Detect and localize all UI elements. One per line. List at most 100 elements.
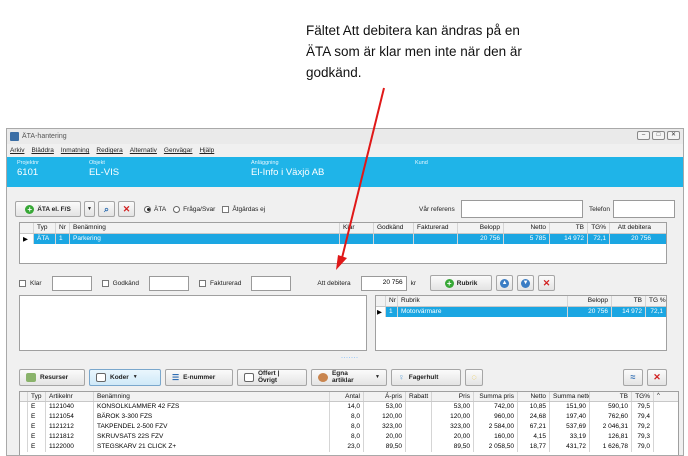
article-grid: Typ Artikelnr Benämning Antal Á-pris Rab… <box>19 391 679 455</box>
godkand-checkbox[interactable] <box>101 279 109 287</box>
col-fakturerad: Fakturerad <box>414 223 458 233</box>
project-header: Projektnr 6101 Objekt EL-VIS Anläggning … <box>7 157 683 187</box>
row-pointer-icon: ▶ <box>376 307 386 317</box>
move-down-button[interactable]: ▼ <box>517 275 535 291</box>
cell-nr: 1 <box>386 307 398 317</box>
minimize-icon[interactable]: – <box>637 131 650 140</box>
atgardas-ej-checkbox[interactable] <box>222 205 230 213</box>
cell-benamning: STEGSKARV 21 CLICK Z+ <box>94 442 330 452</box>
radio-fraga-label: Fråga/Svar <box>183 205 216 213</box>
cell-netto: 4,15 <box>518 432 550 442</box>
delete-rubrik-button[interactable]: ✕ <box>538 275 556 291</box>
table-row[interactable]: ▶ ÄTA 1 Parkering 20 756 5 785 14 972 72… <box>20 234 666 244</box>
menu-inmatning[interactable]: Inmatning <box>61 147 90 154</box>
recalc-button[interactable]: ≈ <box>623 368 643 386</box>
close-icon[interactable]: ✕ <box>667 131 680 140</box>
list-icon: ☰ <box>172 372 180 382</box>
menu-alternativ[interactable]: Alternativ <box>130 147 157 154</box>
move-up-button[interactable]: ▲ <box>496 275 514 291</box>
menu-hjalp[interactable]: Hjälp <box>199 147 214 154</box>
table-row[interactable]: E 1121812 SKRUVSATS 22S FZV 8,0 20,00 20,00 16… <box>20 432 678 442</box>
menu-arkiv[interactable]: Arkiv <box>10 147 24 154</box>
window-title: ÄTA-hantering <box>22 133 67 140</box>
bulb-button[interactable]: ◌ <box>465 368 483 386</box>
fagerhult-button[interactable]: ♀ Fagerhult <box>391 368 461 386</box>
cell-fakturerad <box>414 234 458 244</box>
cell-rubrik: Motorvärmare <box>398 307 568 317</box>
lightbulb-icon: ◌ <box>471 372 477 382</box>
cell-summa-netto: 151,90 <box>550 402 590 412</box>
telefon-label: Telefon <box>589 206 610 213</box>
e-nummer-button[interactable]: ☰ E-nummer <box>165 368 233 386</box>
fakturerad-checkbox[interactable] <box>198 279 206 287</box>
koder-button[interactable]: Koder ▼ <box>89 368 161 386</box>
radio-ata[interactable] <box>144 205 151 213</box>
offert-ovrigt-button[interactable]: Offert | Övrigt <box>237 368 307 386</box>
chevron-down-icon: ▼ <box>375 374 380 380</box>
menu-bladdra[interactable]: Bläddra <box>31 147 53 154</box>
cell-pris: 323,00 <box>432 422 474 432</box>
table-row[interactable]: E 1121040 KONSOLKLAMMER 42 FZS 14,0 53,00 53,… <box>20 402 678 412</box>
ata-dropdown-button[interactable]: ▼ <box>84 201 95 217</box>
resurser-button[interactable]: Resurser <box>19 368 85 386</box>
cell-tb: 762,60 <box>590 412 632 422</box>
cell-typ: E <box>28 402 46 412</box>
col-antal: Antal <box>330 392 364 401</box>
cell-summa-pris: 960,00 <box>474 412 518 422</box>
ata-toolbar: + ÄTA el. F/S ▼ ⌕ ✕ ÄTA Fråga/Svar Åtgär… <box>15 200 265 218</box>
klar-date-input[interactable] <box>51 275 92 291</box>
cell-tg: 79,5 <box>632 402 654 412</box>
description-textarea[interactable] <box>19 295 367 351</box>
maximize-icon[interactable]: □ <box>652 131 665 140</box>
cell-summa-pris: 742,00 <box>474 402 518 412</box>
search-button[interactable]: ⌕ <box>98 201 115 217</box>
scroll-up-icon[interactable]: ^ <box>654 392 664 401</box>
cell-netto: 5 785 <box>504 234 550 244</box>
kund-block: Kund <box>415 160 428 167</box>
godkand-date-input[interactable] <box>148 275 189 291</box>
row-indicator <box>20 422 28 432</box>
col-netto: Netto <box>518 392 550 401</box>
var-referens-input[interactable] <box>461 200 583 218</box>
cell-netto: 67,21 <box>518 422 550 432</box>
fakturerad-label: Fakturerad <box>209 279 242 287</box>
cell-tb: 14 972 <box>550 234 588 244</box>
klar-checkbox[interactable] <box>19 279 26 287</box>
cell-rabatt <box>406 412 432 422</box>
cell-netto: 24,68 <box>518 412 550 422</box>
att-debitera-input[interactable]: 20 756 <box>360 275 407 291</box>
menu-redigera[interactable]: Redigera <box>96 147 122 154</box>
cell-rabatt <box>406 432 432 442</box>
rubrik-button-label: Rubrik <box>456 279 478 287</box>
table-row[interactable]: E 1122000 STEGSKARV 21 CLICK Z+ 23,0 89,50 89… <box>20 442 678 452</box>
cell-summa-pris: 2 058,50 <box>474 442 518 452</box>
col-apris: Á-pris <box>364 392 406 401</box>
cell-att-debitera: 20 756 <box>631 235 651 242</box>
cell-nr: 1 <box>56 234 70 244</box>
table-row[interactable]: E 1121054 BÄROK 3-300 FZS 8,0 120,00 120,00 96… <box>20 412 678 422</box>
table-row[interactable]: E 1121212 TAKPENDEL 2-500 FZV 8,0 323,00 323,… <box>20 422 678 432</box>
col-belopp: Belopp <box>568 296 612 306</box>
egna-artiklar-button[interactable]: Egna artiklar ▼ <box>311 368 387 386</box>
objekt-value: EL-VIS <box>89 167 120 178</box>
table-row[interactable]: ▶ 1 Motorvärmare 20 756 14 972 72,1 <box>376 307 666 317</box>
delete-button[interactable]: ✕ <box>118 201 135 217</box>
projektnr-value: 6101 <box>17 167 39 178</box>
radio-fraga-svar[interactable] <box>173 205 181 213</box>
telefon-input[interactable] <box>613 200 675 218</box>
add-icon: + <box>444 278 454 288</box>
rubrik-button[interactable]: + Rubrik <box>430 275 493 291</box>
currency-unit: kr <box>410 279 417 287</box>
remove-article-button[interactable]: ✕ <box>647 368 667 386</box>
cell-typ: E <box>28 442 46 452</box>
fakturerad-date-input[interactable] <box>251 275 292 291</box>
splitter-handle[interactable]: ······· <box>341 355 359 361</box>
col-indicator <box>376 296 386 306</box>
ata-button[interactable]: + ÄTA el. F/S <box>15 201 81 217</box>
row-indicator <box>20 442 28 452</box>
col-tg: TG% <box>588 223 610 233</box>
row-indicator <box>20 432 28 442</box>
col-godkand: Godkänd <box>374 223 414 233</box>
cell-artikelnr: 1121812 <box>46 432 94 442</box>
menu-genvagar[interactable]: Genvägar <box>164 147 193 154</box>
